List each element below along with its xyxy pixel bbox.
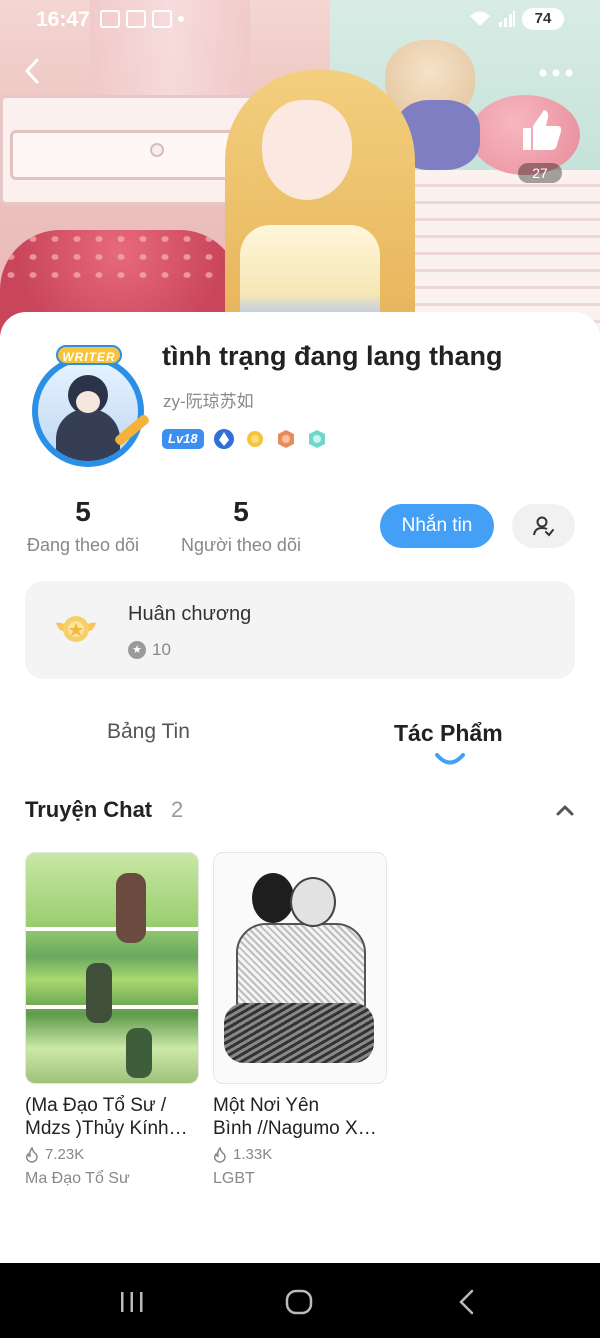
followers-count: 5 — [233, 496, 249, 527]
cover-figure — [116, 873, 146, 943]
story-cover-image — [213, 852, 387, 1084]
story-view-count: 1.33K — [233, 1146, 273, 1163]
medal-title: Huân chương — [128, 603, 252, 625]
avatar-face — [76, 391, 100, 413]
following-stat[interactable]: 5 Đang theo dõi — [24, 496, 142, 556]
blue-shield-badge-icon[interactable] — [213, 428, 235, 450]
teal-badge-icon[interactable] — [306, 428, 328, 450]
story-card[interactable]: Một Nơi Yên Bình //Nagumo X… 1.33K LGBT — [213, 852, 387, 1188]
home-icon[interactable] — [284, 1287, 314, 1317]
status-notification-icons — [100, 10, 184, 28]
story-title: (Ma Đạo Tổ Sư / Mdzs )Thủy Kính… — [25, 1094, 199, 1140]
profile-cover-image — [0, 0, 600, 340]
cover-stool-pattern — [0, 230, 240, 290]
flame-icon — [25, 1146, 38, 1163]
story-title-line: Mdzs )Thủy Kính… — [25, 1118, 188, 1139]
youtube-icon — [152, 10, 172, 28]
wifi-icon — [470, 11, 490, 26]
medal-count-row: ★ 10 — [128, 640, 171, 660]
star-coin-icon: ★ — [128, 641, 146, 659]
message-button[interactable]: Nhắn tin — [380, 504, 494, 548]
follow-user-button[interactable] — [512, 504, 575, 548]
medal-panel[interactable]: Huân chương ★ 10 — [25, 581, 575, 679]
medal-count: 10 — [152, 640, 171, 659]
writer-badge: WRITER — [56, 345, 122, 365]
avatar-ring — [32, 355, 144, 467]
status-time: 16:47 — [36, 8, 90, 31]
story-views: 1.33K — [213, 1146, 387, 1163]
following-label: Đang theo dõi — [26, 535, 140, 555]
cover-character-face — [262, 100, 352, 200]
story-tag[interactable]: Ma Đạo Tổ Sư — [25, 1170, 199, 1188]
more-options-button[interactable] — [536, 56, 576, 82]
section-title: Truyện Chat — [25, 797, 153, 822]
section-count: 2 — [171, 797, 184, 822]
like-count: 27 — [518, 163, 562, 183]
cover-drawer — [10, 130, 240, 180]
cover-figure — [126, 1028, 152, 1078]
story-title: Một Nơi Yên Bình //Nagumo X… — [213, 1094, 387, 1140]
story-views: 7.23K — [25, 1146, 199, 1163]
more-dots-icon — [539, 69, 573, 77]
screenshot-icon — [100, 10, 120, 28]
user-icon — [533, 516, 554, 537]
cover-figure — [86, 963, 112, 1023]
following-count: 5 — [75, 496, 91, 527]
badge-row: Lv18 — [162, 428, 328, 450]
level-chip[interactable]: Lv18 — [162, 429, 204, 449]
cover-panel-divider — [26, 1005, 198, 1009]
shopping-icon — [126, 10, 146, 28]
cover-drawer-knob — [150, 143, 164, 157]
like-button[interactable]: 27 — [514, 108, 566, 184]
story-title-line: Bình //Nagumo X… — [213, 1118, 377, 1139]
tab-works[interactable]: Tác Phẩm — [394, 720, 503, 747]
status-bar: 16:47 74 — [0, 0, 600, 40]
active-tab-indicator — [435, 753, 465, 765]
cover-figure — [252, 873, 294, 923]
story-title-line: (Ma Đạo Tổ Sư / — [25, 1095, 167, 1116]
gold-coin-badge-icon[interactable] — [244, 428, 266, 450]
medal-icon — [56, 616, 96, 642]
signal-icon — [499, 11, 515, 27]
cover-panel-divider — [26, 927, 198, 931]
profile-name: tình trạng đang lang thang — [162, 341, 503, 371]
story-view-count: 7.23K — [45, 1146, 85, 1163]
avatar[interactable]: WRITER — [26, 345, 152, 471]
chevron-left-icon — [24, 58, 39, 84]
back-button[interactable] — [22, 56, 48, 86]
avatar-body — [56, 409, 120, 461]
recent-apps-icon[interactable] — [117, 1287, 147, 1317]
cover-figure — [236, 923, 366, 1013]
bronze-badge-icon[interactable] — [275, 428, 297, 450]
cover-figure — [290, 877, 336, 927]
cover-figure — [224, 1003, 374, 1063]
tab-feed[interactable]: Bảng Tin — [107, 720, 190, 744]
story-tag[interactable]: LGBT — [213, 1170, 387, 1188]
avatar-image — [38, 361, 138, 461]
thumbs-up-icon — [523, 110, 562, 150]
flame-icon — [213, 1146, 226, 1163]
profile-uid: zy-阮琼苏如 — [163, 392, 254, 411]
story-title-line: Một Nơi Yên — [213, 1095, 320, 1116]
system-navigation-bar — [0, 1263, 600, 1338]
followers-label: Người theo dõi — [181, 535, 301, 555]
story-cover-image — [25, 852, 199, 1084]
more-notifications-dot-icon — [178, 16, 184, 22]
battery-indicator: 74 — [522, 8, 564, 30]
system-back-icon[interactable] — [452, 1287, 482, 1317]
followers-stat[interactable]: 5 Người theo dõi — [178, 496, 304, 556]
story-card[interactable]: (Ma Đạo Tổ Sư / Mdzs )Thủy Kính… 7.23K M… — [25, 852, 199, 1188]
chevron-up-icon[interactable] — [554, 800, 576, 820]
